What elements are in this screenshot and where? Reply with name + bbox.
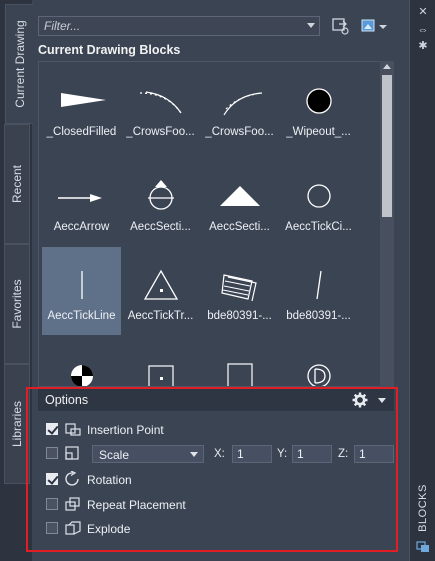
block-item[interactable]: bde80391-... <box>279 247 358 335</box>
block-label: _ClosedFilled <box>46 126 117 138</box>
tick-line-icon <box>81 271 83 299</box>
tab-label: Current Drawing <box>12 20 27 108</box>
block-label: AeccTickLine <box>47 310 116 322</box>
block-item[interactable]: AeccArrow <box>42 158 121 246</box>
block-item[interactable] <box>200 338 279 386</box>
empty-square-icon <box>227 363 253 386</box>
tab-label: Favorites <box>10 279 24 329</box>
scroll-thumb[interactable] <box>382 75 392 217</box>
scroll-up-icon[interactable] <box>383 64 391 69</box>
palette-title: BLOCKS <box>417 484 429 532</box>
block-item[interactable]: AeccTickCi... <box>279 158 358 246</box>
slanted-line-icon <box>316 270 322 300</box>
chevron-down-icon[interactable] <box>307 23 315 28</box>
block-item[interactable] <box>42 338 121 386</box>
block-label: bde80391-... <box>207 310 272 322</box>
dot-square-icon <box>148 365 174 386</box>
tab-recent[interactable]: Recent <box>4 124 30 244</box>
block-item[interactable]: AeccTickLine <box>42 247 121 335</box>
palette-title-bar: ✕ ⇔ ✱ BLOCKS <box>409 0 435 561</box>
blocks-palette-icon <box>416 541 430 553</box>
filled-circle-icon <box>306 88 332 114</box>
stacked-sheets-icon <box>221 274 257 302</box>
import-blocks-icon[interactable] <box>331 16 351 36</box>
block-item[interactable]: AeccSecti... <box>121 158 200 246</box>
options-highlight-frame <box>26 387 398 552</box>
tab-label: Recent <box>10 164 24 204</box>
auto-hide-icon[interactable]: ⇔ <box>416 24 430 36</box>
block-label: AeccSecti... <box>209 221 270 233</box>
closed-filled-arrow-icon <box>61 93 106 107</box>
block-item[interactable]: _Wipeout_... <box>279 63 358 151</box>
block-label: _CrowsFoo... <box>205 126 274 138</box>
filter-input[interactable] <box>44 19 294 33</box>
crows-foot-icon <box>223 92 263 116</box>
tick-triangle-icon <box>143 269 179 300</box>
block-item[interactable]: _CrowsFoo... <box>121 63 200 151</box>
block-label: _CrowsFoo... <box>126 126 195 138</box>
filter-box[interactable] <box>38 16 320 36</box>
tab-favorites[interactable]: Favorites <box>4 244 30 364</box>
block-label: AeccTickCi... <box>285 221 352 233</box>
block-item[interactable]: AeccTickTr... <box>121 247 200 335</box>
section-title: Current Drawing Blocks <box>38 43 181 57</box>
block-label: _Wipeout_... <box>286 126 351 138</box>
tick-circle-icon <box>307 184 331 208</box>
block-gallery: _ClosedFilled _CrowsFoo... _CrowsFoo... … <box>38 61 381 387</box>
block-label: AeccSecti... <box>130 221 191 233</box>
gallery-scrollbar[interactable] <box>380 61 394 387</box>
block-item[interactable] <box>121 338 200 386</box>
tab-label: Libraries <box>10 400 24 448</box>
block-label: AeccArrow <box>53 221 110 233</box>
tab-current-drawing[interactable]: Current Drawing <box>5 4 33 124</box>
block-item[interactable]: _CrowsFoo... <box>200 63 279 151</box>
view-mode-icon[interactable] <box>360 16 388 36</box>
arrow-icon <box>58 194 102 202</box>
block-item[interactable]: AeccSecti... <box>200 158 279 246</box>
section-circle-icon <box>148 180 174 210</box>
block-label: bde80391-... <box>286 310 351 322</box>
block-item[interactable]: _ClosedFilled <box>42 63 121 151</box>
d-circle-icon <box>307 364 331 386</box>
block-item[interactable]: bde80391-... <box>200 247 279 335</box>
section-triangle-icon <box>220 186 260 206</box>
properties-icon[interactable]: ✱ <box>416 40 430 52</box>
block-item[interactable] <box>279 338 358 386</box>
quadrant-circle-icon <box>71 365 93 386</box>
close-icon[interactable]: ✕ <box>416 6 430 18</box>
crows-foot-icon <box>139 91 182 114</box>
block-label: AeccTickTr... <box>127 310 194 322</box>
